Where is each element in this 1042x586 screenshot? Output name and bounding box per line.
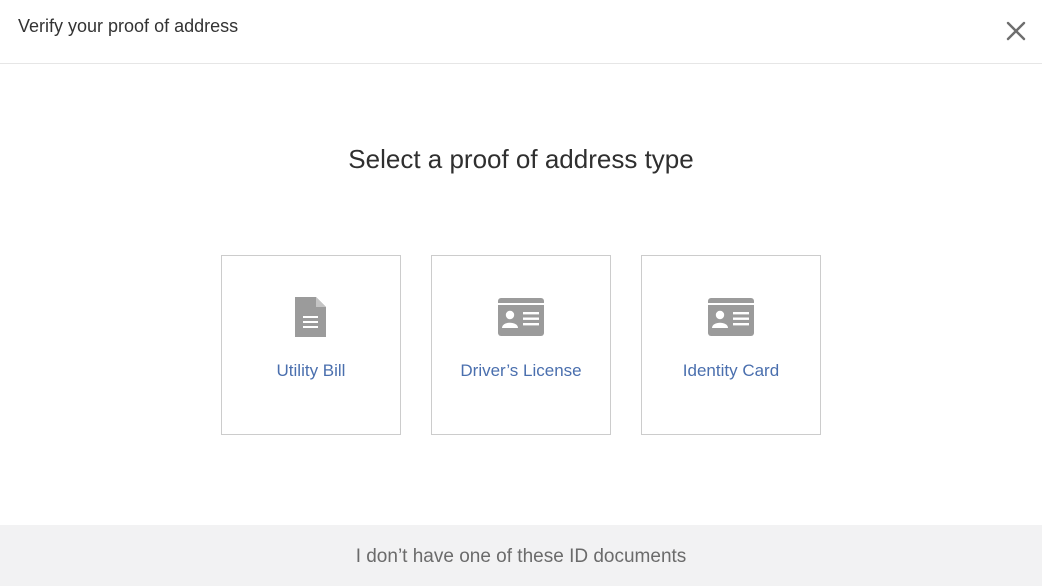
proof-of-address-modal: Verify your proof of address Select a pr… (0, 0, 1042, 586)
close-button[interactable] (1004, 19, 1028, 43)
document-icon (295, 297, 326, 337)
option-drivers-license[interactable]: Driver’s License (431, 255, 611, 435)
option-label: Utility Bill (276, 361, 346, 380)
close-icon (1006, 21, 1026, 41)
document-type-options: Utility Bill Driver’s License Identity C… (221, 255, 821, 435)
modal-footer: I don’t have one of these ID documents (0, 525, 1042, 586)
option-label: Driver’s License (460, 361, 582, 380)
option-icon-wrapper (432, 296, 610, 338)
page-title: Select a proof of address type (348, 144, 694, 174)
id-card-icon (498, 298, 544, 336)
modal-title: Verify your proof of address (18, 16, 239, 36)
option-label: Identity Card (682, 361, 780, 380)
option-icon-wrapper (642, 296, 820, 338)
id-card-icon (708, 298, 754, 336)
no-documents-link[interactable]: I don’t have one of these ID documents (356, 545, 687, 569)
option-icon-wrapper (222, 296, 400, 338)
modal-header: Verify your proof of address (0, 0, 1042, 64)
option-utility-bill[interactable]: Utility Bill (221, 255, 401, 435)
option-identity-card[interactable]: Identity Card (641, 255, 821, 435)
